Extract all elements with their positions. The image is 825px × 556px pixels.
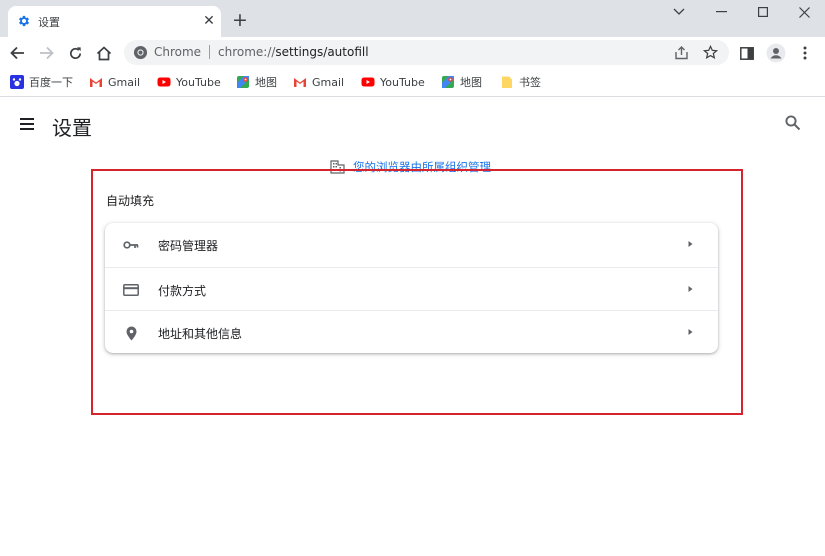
youtube-icon <box>157 77 171 87</box>
minimize-icon[interactable] <box>700 0 742 24</box>
omnibox-url[interactable]: chrome://settings/autofill <box>218 45 369 59</box>
maps-icon <box>442 76 454 88</box>
bookmark-label: 书签 <box>519 76 541 89</box>
maximize-icon[interactable] <box>742 0 784 24</box>
row-label: 地址和其他信息 <box>158 327 243 341</box>
tab-title: 设置 <box>38 16 60 29</box>
settings-gear-icon <box>18 15 30 27</box>
chevron-right-icon <box>688 241 693 247</box>
chrome-logo-icon <box>133 45 148 60</box>
omnibox-scheme-label: Chrome <box>154 45 202 59</box>
bookmark-item[interactable]: 地图 <box>441 74 482 90</box>
chevron-right-icon <box>688 329 693 335</box>
bookmark-item[interactable]: 地图 <box>236 74 277 90</box>
autofill-card: 密码管理器 付款方式 地址和其他信息 <box>105 223 718 353</box>
url-prefix: chrome:// <box>218 45 276 59</box>
chevron-right-icon <box>688 286 693 292</box>
hamburger-menu-icon[interactable] <box>18 115 38 133</box>
bookmark-item[interactable]: 百度一下 <box>10 74 73 90</box>
youtube-icon <box>361 77 375 87</box>
tab-settings[interactable]: 设置 ✕ <box>8 6 221 37</box>
bookmark-label: Gmail <box>312 75 345 89</box>
credit-card-icon <box>123 282 139 298</box>
browser-toolbar: Chrome chrome://settings/autofill <box>0 37 825 68</box>
reload-icon[interactable] <box>64 42 86 64</box>
bookmark-item[interactable]: 书签 <box>500 74 541 90</box>
location-pin-icon <box>123 325 139 341</box>
bookmark-label: 百度一下 <box>29 76 73 89</box>
side-panel-icon[interactable] <box>736 42 758 64</box>
gmail-icon <box>90 78 102 87</box>
home-icon[interactable] <box>93 42 115 64</box>
bookmark-item[interactable]: Gmail <box>293 74 344 90</box>
share-icon[interactable] <box>673 44 690 61</box>
new-tab-button[interactable]: + <box>230 10 250 30</box>
bookmark-item[interactable]: Gmail <box>89 74 140 90</box>
folder-icon <box>502 76 512 88</box>
more-menu-icon[interactable] <box>794 42 816 64</box>
key-icon <box>123 237 139 253</box>
back-arrow-icon[interactable] <box>6 42 28 64</box>
profile-avatar-icon[interactable] <box>765 42 787 64</box>
search-icon[interactable] <box>784 114 802 132</box>
section-title-autofill: 自动填充 <box>106 194 155 208</box>
maps-icon <box>237 76 249 88</box>
page-title: 设置 <box>52 116 92 140</box>
bookmark-label: 地图 <box>460 76 482 89</box>
bookmark-label: 地图 <box>255 76 277 89</box>
password-manager-row[interactable]: 密码管理器 <box>105 223 718 266</box>
address-bar[interactable]: Chrome chrome://settings/autofill <box>124 40 729 65</box>
tab-close-icon[interactable]: ✕ <box>201 13 217 29</box>
tab-strip: 设置 ✕ + <box>0 0 825 37</box>
window-close-icon[interactable] <box>783 0 825 24</box>
addresses-row[interactable]: 地址和其他信息 <box>105 310 718 353</box>
forward-arrow-icon[interactable] <box>35 42 57 64</box>
bookmark-label: YouTube <box>176 75 221 89</box>
row-label: 付款方式 <box>158 284 207 298</box>
tab-search-chevron-icon[interactable] <box>658 0 700 24</box>
bookmarks-bar: 百度一下 Gmail YouTube 地图 Gmail YouTube 地图 书… <box>0 68 825 97</box>
bookmark-star-icon[interactable] <box>702 44 719 61</box>
row-label: 密码管理器 <box>158 239 219 253</box>
settings-header: 设置 <box>0 98 825 150</box>
url-path: settings/autofill <box>275 45 369 59</box>
bookmark-label: Gmail <box>108 75 141 89</box>
bookmark-item[interactable]: YouTube <box>157 74 221 90</box>
bookmark-item[interactable]: YouTube <box>361 74 425 90</box>
bookmark-label: YouTube <box>380 75 425 89</box>
gmail-icon <box>294 78 306 87</box>
payment-methods-row[interactable]: 付款方式 <box>105 267 718 310</box>
baidu-icon <box>10 75 24 89</box>
omnibox-separator <box>209 45 210 59</box>
